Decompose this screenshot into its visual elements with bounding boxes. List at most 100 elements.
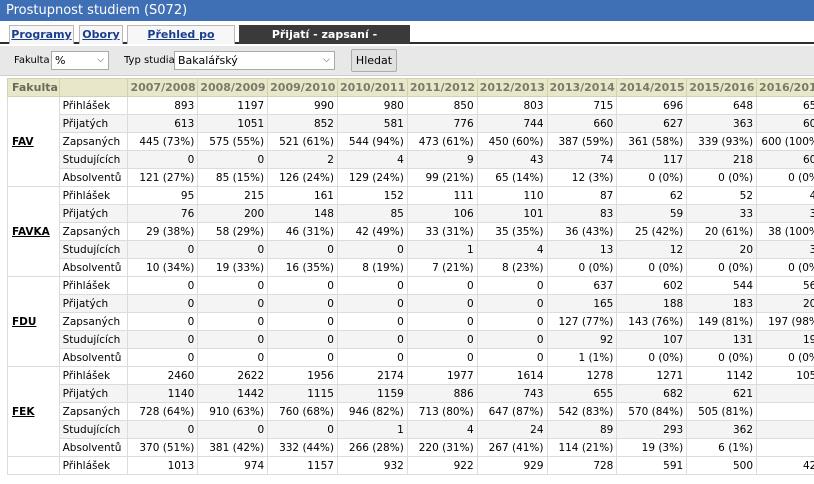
- tab-obory[interactable]: Obory: [79, 25, 123, 44]
- results-table-container[interactable]: Fakulta 2007/2008 2008/2009 2009/2010 20…: [7, 78, 814, 484]
- table-cell: 647 (87%): [476, 402, 548, 421]
- table-cell: 387 (59%): [546, 132, 618, 151]
- table-cell: 117: [616, 150, 688, 169]
- table-cell: 569: [756, 276, 814, 295]
- table-cell: 655: [546, 384, 618, 403]
- table-cell: 0: [476, 294, 548, 313]
- tab-prijati-zapsani-absolventi[interactable]: Přijatí - zapsaní - absolventi: [239, 25, 410, 59]
- table-cell: 38: [756, 204, 814, 223]
- faculty-link[interactable]: FAVKA: [7, 186, 60, 277]
- table-cell: 500: [686, 456, 758, 475]
- table-cell: 473 (61%): [406, 132, 478, 151]
- row-label: Absolventů: [58, 348, 129, 367]
- table-cell: 95: [127, 186, 199, 205]
- table-cell: 149 (81%): [686, 312, 758, 331]
- table-cell: 339 (93%): [686, 132, 758, 151]
- row-label: Studujících: [58, 330, 129, 349]
- table-cell: 803: [476, 96, 548, 115]
- chevron-down-icon: ⌵: [97, 55, 104, 65]
- table-cell: 0: [267, 348, 338, 367]
- table-cell: 929: [476, 456, 548, 475]
- table-row: Zapsaných 728 (64%) 910 (63%) 760 (68%) 946 …: [8, 402, 814, 421]
- row-label: Přijatých: [58, 294, 129, 313]
- table-cell: 980: [336, 96, 408, 115]
- table-cell: 4: [336, 150, 408, 169]
- table-cell: 106: [406, 204, 478, 223]
- table-cell: 0: [267, 240, 338, 259]
- table-cell: 544: [686, 276, 758, 295]
- tab-bar: Programy Obory Přehled po rocích Přijatí…: [0, 22, 814, 59]
- table-cell: 591: [616, 456, 688, 475]
- faculty-link[interactable]: FEK: [7, 366, 60, 457]
- typ-studia-select[interactable]: Bakalářský ⌵: [174, 51, 335, 70]
- table-cell: 715: [546, 96, 618, 115]
- table-row: Přihlášek1013974115793292292972859150042…: [7, 456, 814, 475]
- table-cell: 0: [197, 276, 269, 295]
- table-cell: 1442: [197, 384, 269, 403]
- table-cell: 25 (42%): [616, 222, 688, 241]
- table-cell: 932: [336, 456, 408, 475]
- table-cell: 0 (0%): [756, 348, 814, 367]
- table-cell: 107: [616, 330, 688, 349]
- table-row: Studujících00000092107131197: [8, 330, 814, 349]
- table-cell: 910 (63%): [197, 402, 269, 421]
- header-year: 2011/2012: [406, 78, 478, 97]
- table-cell: 0: [406, 348, 478, 367]
- table-cell: 38: [756, 240, 814, 259]
- fakulta-select[interactable]: % ⌵: [51, 51, 109, 70]
- table-cell: 20 (61%): [686, 222, 758, 241]
- table-cell: 2460: [127, 366, 199, 385]
- table-cell: 12: [616, 240, 688, 259]
- table-row: Přijatých000000165188183202: [8, 294, 814, 313]
- fakulta-select-value: %: [55, 54, 66, 67]
- table-cell: 38 (100%): [756, 222, 814, 241]
- table-cell: 65 (14%): [476, 168, 548, 187]
- table-cell: 0: [756, 384, 814, 403]
- table-cell: 197 (98%): [756, 312, 814, 331]
- table-cell: 197: [756, 330, 814, 349]
- tab-prehled-po-rocich[interactable]: Přehled po rocích: [127, 25, 235, 59]
- table-cell: 1: [406, 240, 478, 259]
- table-cell: 0 (0%): [756, 258, 814, 277]
- table-row: Studujících002494374117218600: [8, 150, 814, 169]
- tab-programy[interactable]: Programy: [9, 25, 74, 44]
- table-cell: 87: [546, 186, 618, 205]
- faculty-link[interactable]: FDU: [7, 276, 60, 367]
- header-year: 2009/2010: [267, 78, 338, 97]
- header-fakulta: Fakulta: [7, 78, 60, 97]
- table-cell: 1977: [406, 366, 478, 385]
- table-cell: 654: [756, 96, 814, 115]
- table-cell: 850: [406, 96, 478, 115]
- table-cell: 1140: [127, 384, 199, 403]
- table-cell: 0: [197, 348, 269, 367]
- table-cell: 1013: [127, 456, 199, 475]
- table-cell: 218: [686, 150, 758, 169]
- table-cell: 776: [406, 114, 478, 133]
- table-cell: 1: [336, 420, 408, 439]
- table-cell: 12 (3%): [546, 168, 618, 187]
- table-cell: 713 (80%): [406, 402, 478, 421]
- table-cell: 0: [756, 402, 814, 421]
- faculty-link[interactable]: FAV: [7, 96, 60, 187]
- table-cell: 0: [267, 420, 338, 439]
- table-cell: 648: [686, 96, 758, 115]
- table-cell: 1159: [336, 384, 408, 403]
- table-cell: 29 (38%): [127, 222, 199, 241]
- table-cell: 744: [476, 114, 548, 133]
- typ-studia-label: Typ studia: [124, 55, 175, 66]
- table-row: Přijatých 1140 1442 1115 1159 886 743 655 682 621…: [8, 384, 814, 403]
- table-cell: 0: [336, 294, 408, 313]
- table-cell: 0: [336, 348, 408, 367]
- table-row: Studujících0001424892933620: [8, 420, 814, 439]
- search-button[interactable]: Hledat: [351, 49, 397, 72]
- table-cell: 0 (0%): [616, 168, 688, 187]
- header-year: 2016/2017: [756, 78, 814, 97]
- table-cell: 1051: [197, 114, 269, 133]
- table-cell: 0: [756, 438, 814, 457]
- table-cell: 0: [267, 312, 338, 331]
- table-cell: 220 (31%): [406, 438, 478, 457]
- table-cell: 1197: [197, 96, 269, 115]
- table-cell: 696: [616, 96, 688, 115]
- table-cell: 332 (44%): [267, 438, 338, 457]
- table-cell: 743: [476, 384, 548, 403]
